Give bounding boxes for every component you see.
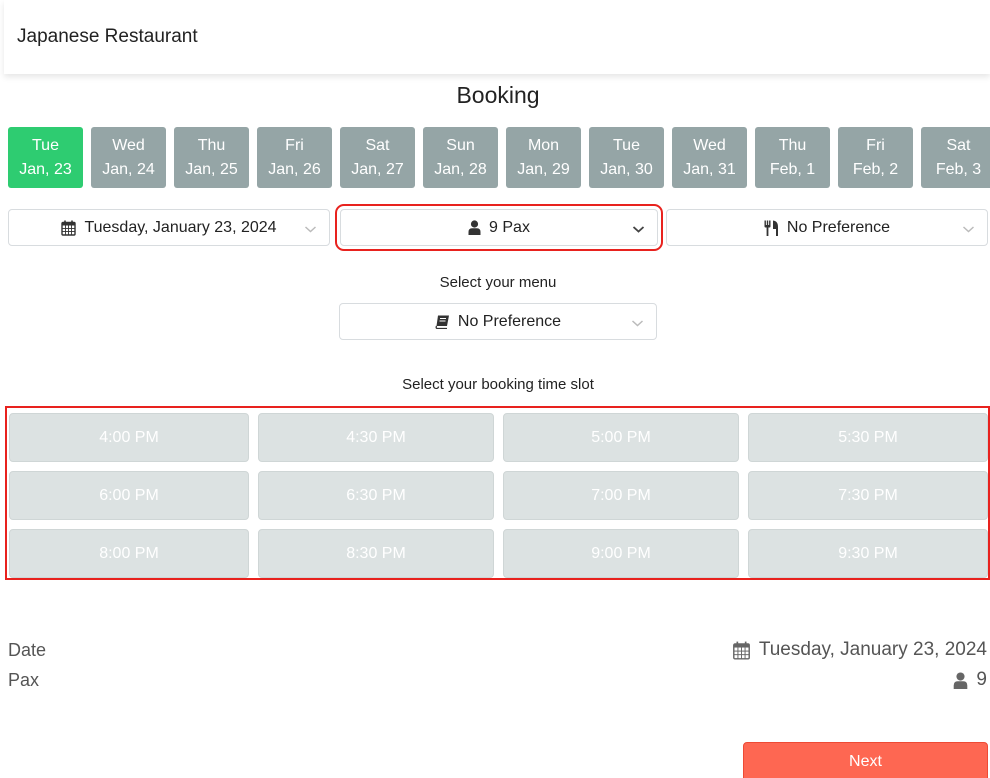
date-tile-day: Fri bbox=[285, 136, 304, 154]
menu-label: Select your menu bbox=[439, 274, 557, 291]
date-tile-day: Wed bbox=[112, 136, 145, 154]
date-tile[interactable]: Thu Feb, 1 bbox=[755, 127, 830, 188]
date-tile[interactable]: Tue Jan, 23 bbox=[8, 127, 83, 188]
preference-select-value: No Preference bbox=[786, 218, 891, 236]
booking-selects: Tuesday, January 23, 2024 9 Pax No Prefe… bbox=[8, 204, 988, 251]
summary-pax-label: Pax bbox=[8, 670, 40, 690]
date-tile-date: Jan, 26 bbox=[268, 160, 321, 178]
date-tile[interactable]: Fri Jan, 26 bbox=[257, 127, 332, 188]
chevron-down-icon bbox=[631, 315, 644, 333]
user-icon bbox=[953, 671, 968, 689]
calendar-icon bbox=[61, 220, 77, 236]
timeslot-button[interactable]: 9:30 PM bbox=[748, 529, 988, 578]
timeslot-grid: 4:00 PM 4:30 PM 5:00 PM 5:30 PM 6:00 PM … bbox=[5, 406, 990, 580]
summary-date-text: Tuesday, January 23, 2024 bbox=[758, 639, 987, 660]
timeslot-button[interactable]: 4:30 PM bbox=[258, 413, 494, 462]
menu-select[interactable]: No Preference bbox=[339, 303, 657, 340]
timeslot-button[interactable]: 5:00 PM bbox=[503, 413, 739, 462]
date-tile[interactable]: Wed Jan, 31 bbox=[672, 127, 747, 188]
date-tile[interactable]: Fri Feb, 2 bbox=[838, 127, 913, 188]
date-tile-day: Mon bbox=[527, 136, 560, 154]
date-tile-day: Tue bbox=[32, 136, 59, 154]
date-tile-date: Jan, 27 bbox=[351, 160, 404, 178]
date-tile-day: Tue bbox=[613, 136, 640, 154]
timeslot-button[interactable]: 4:00 PM bbox=[9, 413, 249, 462]
summary-date-label: Date bbox=[8, 640, 47, 660]
timeslot-button[interactable]: 6:30 PM bbox=[258, 471, 494, 520]
date-tile-day: Wed bbox=[693, 136, 726, 154]
date-tile[interactable]: Thu Jan, 25 bbox=[174, 127, 249, 188]
timeslot-button[interactable]: 9:00 PM bbox=[503, 529, 739, 578]
date-tile[interactable]: Sat Feb, 3 bbox=[921, 127, 990, 188]
chevron-down-icon bbox=[632, 221, 645, 239]
calendar-icon bbox=[732, 641, 751, 660]
date-tile-date: Feb, 3 bbox=[935, 160, 982, 178]
navbar: Japanese Restaurant bbox=[4, 0, 990, 74]
date-tile-date: Jan, 29 bbox=[517, 160, 570, 178]
menu-select-value: No Preference bbox=[457, 312, 562, 330]
timeslot-button[interactable]: 7:00 PM bbox=[503, 471, 739, 520]
pax-select-value: 9 Pax bbox=[489, 218, 530, 236]
next-button[interactable]: Next bbox=[743, 742, 988, 778]
pax-select[interactable]: 9 Pax bbox=[335, 204, 663, 251]
date-tile[interactable]: Mon Jan, 29 bbox=[506, 127, 581, 188]
date-tile-date: Jan, 30 bbox=[600, 160, 653, 178]
date-tile-day: Thu bbox=[197, 136, 226, 154]
date-tile-date: Jan, 28 bbox=[434, 160, 487, 178]
summary-date-value: Tuesday, January 23, 2024 bbox=[732, 639, 987, 661]
summary-pax-value: 9 bbox=[953, 669, 987, 691]
chevron-down-icon bbox=[304, 221, 317, 239]
date-tile-date: Feb, 1 bbox=[769, 160, 816, 178]
preference-select[interactable]: No Preference bbox=[666, 209, 988, 246]
timeslot-button[interactable]: 6:00 PM bbox=[9, 471, 249, 520]
summary-pax-text: 9 bbox=[976, 669, 987, 690]
user-icon bbox=[468, 220, 481, 235]
date-tile-day: Sat bbox=[365, 136, 390, 154]
page-title: Booking bbox=[456, 82, 540, 108]
timeslot-button[interactable]: 7:30 PM bbox=[748, 471, 988, 520]
timeslot-button[interactable]: 8:00 PM bbox=[9, 529, 249, 578]
date-tile[interactable]: Wed Jan, 24 bbox=[91, 127, 166, 188]
date-select[interactable]: Tuesday, January 23, 2024 bbox=[8, 209, 330, 246]
date-tile-date: Jan, 31 bbox=[683, 160, 736, 178]
date-tile-day: Sat bbox=[946, 136, 971, 154]
date-select-value: Tuesday, January 23, 2024 bbox=[84, 218, 277, 236]
chevron-down-icon bbox=[962, 221, 975, 239]
date-tile-date: Jan, 23 bbox=[19, 160, 72, 178]
brand-title[interactable]: Japanese Restaurant bbox=[17, 26, 198, 48]
date-tile-date: Feb, 2 bbox=[852, 160, 899, 178]
timeslot-label: Select your booking time slot bbox=[402, 376, 594, 393]
date-tile-date: Jan, 24 bbox=[102, 160, 155, 178]
date-tile[interactable]: Sat Jan, 27 bbox=[340, 127, 415, 188]
date-tile-day: Sun bbox=[446, 136, 475, 154]
timeslot-button[interactable]: 5:30 PM bbox=[748, 413, 988, 462]
date-tile-day: Thu bbox=[778, 136, 807, 154]
date-tile-date: Jan, 25 bbox=[185, 160, 238, 178]
book-icon bbox=[435, 315, 450, 329]
date-tile[interactable]: Tue Jan, 30 bbox=[589, 127, 664, 188]
utensils-icon bbox=[764, 220, 779, 236]
date-strip: Tue Jan, 23 Wed Jan, 24 Thu Jan, 25 Fri … bbox=[8, 127, 990, 188]
timeslot-button[interactable]: 8:30 PM bbox=[258, 529, 494, 578]
date-tile[interactable]: Sun Jan, 28 bbox=[423, 127, 498, 188]
date-tile-day: Fri bbox=[866, 136, 885, 154]
